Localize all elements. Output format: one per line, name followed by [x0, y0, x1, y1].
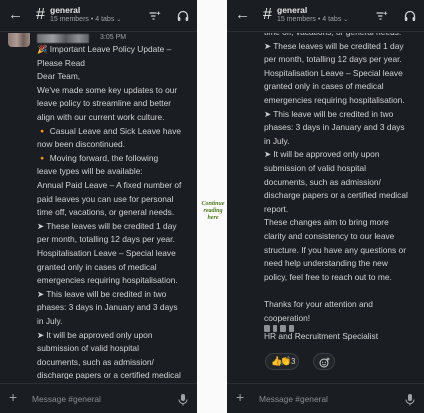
message-line: policy, feel free to reach out to me.	[264, 271, 392, 282]
message-timestamp: 3:05 PM	[100, 34, 127, 41]
back-arrow-icon[interactable]: ←	[8, 7, 23, 22]
message-line: Thanks for your attention and	[264, 299, 373, 309]
slack-screen-right: ← # general 15 members • 4 tabs ⌄ time o…	[227, 0, 424, 413]
tabs-count: 4 tabs	[322, 16, 342, 23]
message-line: 🔸 Moving forward, the following	[37, 152, 159, 163]
message-line: 🎉 Important Leave Policy Update –	[37, 44, 172, 54]
message-line: now been discontinued.	[37, 139, 126, 150]
hash-icon: #	[263, 6, 272, 23]
message-line: discharge papers or a certified medical	[37, 370, 181, 379]
back-arrow-icon[interactable]: ←	[235, 7, 250, 22]
message-line: Please Read	[37, 57, 85, 68]
message-line: Hospitalisation Leave – Special leave	[264, 67, 403, 78]
message-list: time off, vacations, or general needs. ➤ …	[227, 33, 424, 379]
message-line: ➤ This leave will be credited in two	[37, 288, 167, 299]
message-line: emergencies requiring hospitalisation.	[37, 275, 178, 286]
message-line: leave policy to streamline and better	[37, 98, 172, 109]
message-line: per month, totalling 12 days per year.	[264, 54, 402, 65]
message-line: documents, such as admission/	[264, 176, 381, 187]
sender-name-redacted[interactable]	[37, 34, 89, 43]
message-line: discharge papers or a certified medical	[264, 190, 408, 201]
message-line: report.	[264, 203, 289, 214]
message-line: submission of valid hospital	[264, 163, 366, 173]
message-input[interactable]: Message #general	[32, 394, 101, 404]
message-list: 3:05 PM 🎉 Important Leave Policy Update …	[0, 33, 197, 379]
reaction-thumbs-up[interactable]: 👍 👏 3	[265, 353, 299, 370]
hash-icon: #	[36, 6, 45, 23]
message-line: ➤ This leave will be credited in two	[264, 108, 394, 119]
plus-icon[interactable]: +	[236, 389, 244, 405]
microphone-icon[interactable]	[404, 393, 416, 407]
headphones-icon[interactable]	[176, 9, 190, 23]
filter-sparkle-icon[interactable]	[148, 9, 162, 23]
add-reaction-icon	[319, 357, 330, 368]
message-line: phases: 3 days in January and 3 days	[37, 302, 178, 313]
message-line: align with our current work culture.	[37, 112, 165, 122]
message-line: time off, vacations, or general needs.	[37, 207, 175, 218]
tabs-count: 4 tabs	[95, 16, 115, 23]
filter-sparkle-icon[interactable]	[375, 9, 389, 23]
reaction-count: 3	[291, 357, 296, 366]
channel-meta[interactable]: 15 members • 4 tabs ⌄	[50, 16, 121, 23]
slack-screen-left: ← # general 15 members • 4 tabs ⌄ 3:05 P…	[0, 0, 197, 413]
message-line: in July.	[37, 316, 63, 326]
members-count: 15 members	[277, 16, 316, 23]
channel-name[interactable]: general	[277, 5, 307, 15]
message-line: ➤ It will be approved only upon	[264, 149, 380, 160]
chevron-down-icon: ⌄	[116, 17, 122, 23]
message-line: paid leaves you can use for personal	[37, 193, 174, 204]
message-line: ➤ These leaves will be credited 1 day	[37, 220, 177, 231]
signature-title: HR and Recruitment Specialist	[264, 331, 379, 341]
message-line: clarity and consistency to our leave	[264, 231, 395, 241]
message-line: structure. If you have any questions or	[264, 244, 406, 255]
message-line: ➤ These leaves will be credited 1 day	[264, 40, 404, 51]
channel-header: ← # general 15 members • 4 tabs ⌄	[227, 0, 424, 32]
message-line: submission of valid hospital	[37, 343, 139, 354]
message-composer: + Message #general	[227, 383, 424, 413]
continue-reading-note: Continue reading here	[201, 201, 225, 221]
message-line: in July.	[264, 135, 290, 146]
plus-icon[interactable]: +	[9, 389, 17, 405]
channel-header: ← # general 15 members • 4 tabs ⌄	[0, 0, 197, 32]
message-line: emergencies requiring hospitalisation.	[264, 95, 405, 105]
members-count: 15 members	[50, 16, 89, 23]
avatar[interactable]	[8, 33, 30, 47]
message-line: 🔸 Casual Leave and Sick Leave have	[37, 125, 182, 136]
message-line: granted only in cases of medical	[37, 261, 157, 272]
message-line: We've made some key updates to our	[37, 84, 178, 95]
microphone-icon[interactable]	[177, 393, 189, 407]
message-line: ➤ It will be approved only upon	[37, 329, 153, 340]
message-line: leave types will be available:	[37, 166, 143, 177]
message-line: Hospitalisation Leave – Special leave	[37, 248, 176, 258]
signature-name-redacted	[264, 319, 334, 332]
message-input[interactable]: Message #general	[259, 394, 328, 404]
message-line: These changes aim to bring more	[264, 217, 389, 228]
add-reaction-button[interactable]	[313, 353, 335, 370]
message-line: granted only in cases of medical	[264, 81, 384, 92]
headphones-icon[interactable]	[403, 9, 417, 23]
clap-icon: 👏	[280, 356, 292, 366]
message-line: phases: 3 days in January and 3 days	[264, 122, 405, 133]
chevron-down-icon: ⌄	[343, 17, 349, 23]
message-line: Annual Paid Leave – A fixed number of	[37, 180, 182, 190]
message-line: documents, such as admission/	[37, 356, 154, 367]
channel-name[interactable]: general	[50, 5, 80, 15]
channel-meta[interactable]: 15 members • 4 tabs ⌄	[277, 16, 348, 23]
message-line: time off, vacations, or general needs.	[264, 33, 401, 38]
message-composer: + Message #general	[0, 383, 197, 413]
message-line: need help understanding the new	[264, 258, 388, 269]
message-line: Dear Team,	[37, 71, 81, 82]
message-line: per month, totalling 12 days per year.	[37, 234, 175, 245]
